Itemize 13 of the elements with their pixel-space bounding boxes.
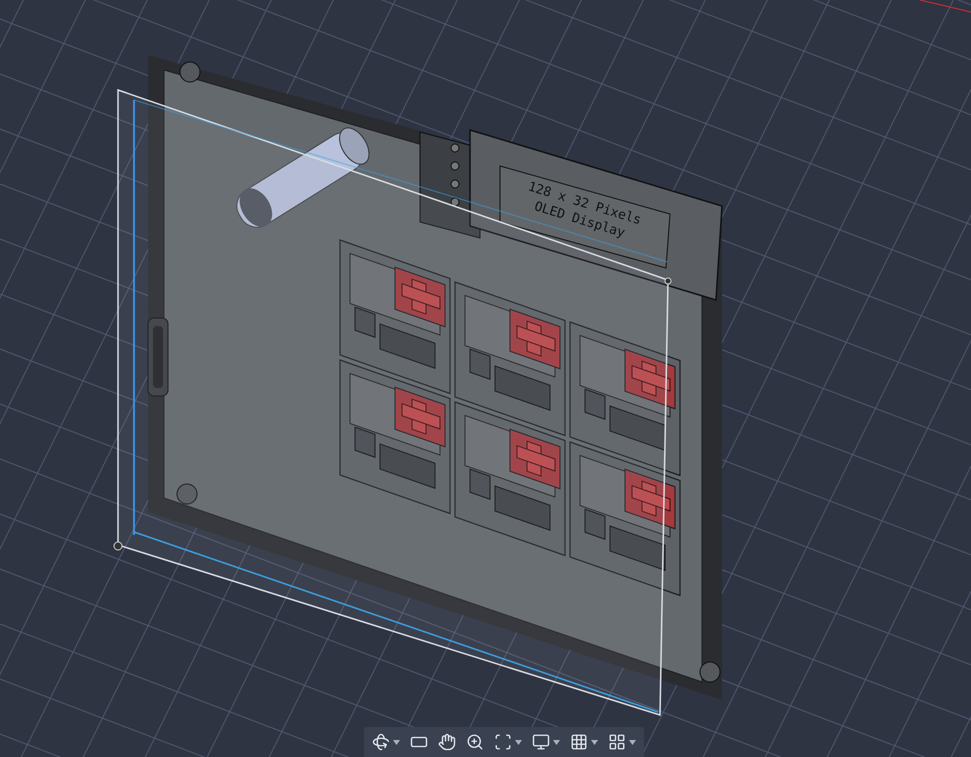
axis-line (920, 0, 971, 12)
caret-icon (393, 740, 400, 744)
pan-icon (438, 733, 456, 751)
grid-icon (570, 733, 588, 751)
caret-icon (591, 740, 598, 744)
zoom-window-icon (494, 733, 512, 751)
caret-icon (515, 740, 522, 744)
caret-icon (553, 740, 560, 744)
caret-icon (629, 740, 636, 744)
viewports-icon (608, 733, 626, 751)
zoom-icon (466, 733, 484, 751)
display-icon (532, 733, 550, 751)
orbit-icon (372, 733, 390, 751)
